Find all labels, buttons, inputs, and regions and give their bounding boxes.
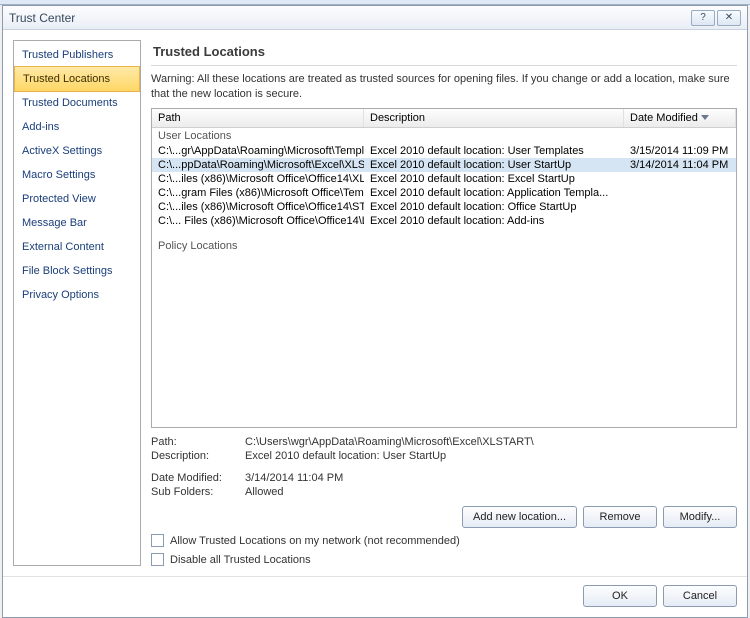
cell-description: Excel 2010 default location: User Templa… [364,144,624,158]
cell-date: 3/14/2014 11:04 PM [624,158,736,172]
cell-description: Excel 2010 default location: Application… [364,186,624,200]
detail-label-subfolders: Sub Folders: [151,486,241,498]
sidebar-item-trusted-locations[interactable]: Trusted Locations [14,66,140,92]
detail-value-description: Excel 2010 default location: User StartU… [245,450,737,462]
detail-value-date: 3/14/2014 11:04 PM [245,472,737,484]
ok-button[interactable]: OK [583,585,657,607]
detail-value-path: C:\Users\wgr\AppData\Roaming\Microsoft\E… [245,436,737,448]
cell-date [624,214,736,228]
detail-label-path: Path: [151,436,241,448]
allow-network-checkbox[interactable] [151,534,164,547]
category-sidebar: Trusted PublishersTrusted LocationsTrust… [13,40,141,566]
cell-path: C:\... Files (x86)\Microsoft Office\Offi… [152,214,364,228]
dialog-footer: OK Cancel [3,576,747,617]
list-row[interactable]: C:\...ppData\Roaming\Microsoft\Excel\XLS… [152,158,736,172]
modify-button[interactable]: Modify... [663,506,737,528]
cell-description: Excel 2010 default location: User StartU… [364,158,624,172]
list-row[interactable]: C:\...iles (x86)\Microsoft Office\Office… [152,172,736,186]
main-panel: Trusted Locations Warning: All these loc… [151,40,737,566]
sidebar-item-trusted-documents[interactable]: Trusted Documents [14,91,140,115]
sort-descending-icon [701,115,709,120]
cell-date [624,186,736,200]
cell-description: Excel 2010 default location: Add-ins [364,214,624,228]
disable-all-label: Disable all Trusted Locations [170,554,311,566]
warning-text: Warning: All these locations are treated… [151,72,737,102]
sidebar-item-trusted-publishers[interactable]: Trusted Publishers [14,43,140,67]
list-row[interactable]: C:\...iles (x86)\Microsoft Office\Office… [152,200,736,214]
list-group-label: Policy Locations [152,238,736,254]
cell-description: Excel 2010 default location: Excel Start… [364,172,624,186]
location-buttons-row: Add new location... Remove Modify... [151,506,737,528]
section-heading: Trusted Locations [151,40,737,66]
dialog-title: Trust Center [9,11,689,25]
trust-center-dialog: Trust Center ? ✕ Trusted PublishersTrust… [2,5,748,618]
list-header: Path Description Date Modified [152,109,736,128]
cancel-button[interactable]: Cancel [663,585,737,607]
cell-path: C:\...iles (x86)\Microsoft Office\Office… [152,172,364,186]
details-panel: Path: C:\Users\wgr\AppData\Roaming\Micro… [151,436,737,498]
cell-path: C:\...ppData\Roaming\Microsoft\Excel\XLS… [152,158,364,172]
close-button[interactable]: ✕ [717,10,741,26]
cell-date [624,172,736,186]
detail-value-subfolders: Allowed [245,486,737,498]
allow-network-label: Allow Trusted Locations on my network (n… [170,535,460,547]
remove-button[interactable]: Remove [583,506,657,528]
help-button[interactable]: ? [691,10,715,26]
list-row[interactable]: C:\... Files (x86)\Microsoft Office\Offi… [152,214,736,228]
sidebar-item-message-bar[interactable]: Message Bar [14,211,140,235]
cell-date: 3/15/2014 11:09 PM [624,144,736,158]
column-header-description[interactable]: Description [364,109,624,127]
list-group-label: User Locations [152,128,736,144]
list-body: User LocationsC:\...gr\AppData\Roaming\M… [152,128,736,427]
column-header-date-modified[interactable]: Date Modified [624,109,736,127]
locations-list[interactable]: Path Description Date Modified User Loca… [151,108,737,428]
dialog-body: Trusted PublishersTrusted LocationsTrust… [3,30,747,576]
list-row[interactable]: C:\...gr\AppData\Roaming\Microsoft\Templ… [152,144,736,158]
column-header-date-label: Date Modified [630,112,698,124]
cell-path: C:\...gram Files (x86)\Microsoft Office\… [152,186,364,200]
disable-all-checkbox[interactable] [151,553,164,566]
allow-network-row: Allow Trusted Locations on my network (n… [151,534,737,547]
add-new-location-button[interactable]: Add new location... [462,506,577,528]
cell-path: C:\...gr\AppData\Roaming\Microsoft\Templ… [152,144,364,158]
disable-all-row: Disable all Trusted Locations [151,553,737,566]
sidebar-item-privacy-options[interactable]: Privacy Options [14,283,140,307]
sidebar-item-macro-settings[interactable]: Macro Settings [14,163,140,187]
cell-path: C:\...iles (x86)\Microsoft Office\Office… [152,200,364,214]
cell-description: Excel 2010 default location: Office Star… [364,200,624,214]
sidebar-item-activex-settings[interactable]: ActiveX Settings [14,139,140,163]
sidebar-item-protected-view[interactable]: Protected View [14,187,140,211]
sidebar-item-add-ins[interactable]: Add-ins [14,115,140,139]
cell-date [624,200,736,214]
dialog-titlebar: Trust Center ? ✕ [3,6,747,30]
detail-label-date: Date Modified: [151,472,241,484]
list-row[interactable]: C:\...gram Files (x86)\Microsoft Office\… [152,186,736,200]
sidebar-item-external-content[interactable]: External Content [14,235,140,259]
detail-label-description: Description: [151,450,241,462]
column-header-path[interactable]: Path [152,109,364,127]
sidebar-item-file-block-settings[interactable]: File Block Settings [14,259,140,283]
